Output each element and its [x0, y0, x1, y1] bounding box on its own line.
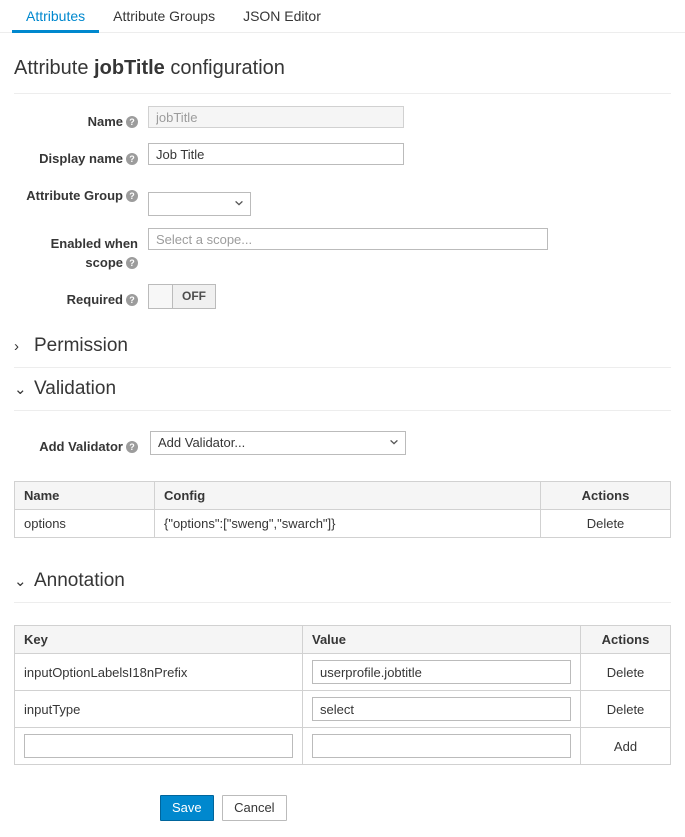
- form-row-add-validator: Add Validator? Add Validator...: [0, 431, 685, 459]
- table-row-new: Add: [14, 727, 671, 765]
- validation-section-header[interactable]: ⌄ Validation: [14, 368, 671, 411]
- add-validator-help-icon[interactable]: ?: [126, 441, 138, 453]
- table-row: inputType Delete: [14, 690, 671, 728]
- required-toggle-state: OFF: [173, 285, 215, 308]
- attribute-form: Name? Display name? Attribute Group?: [0, 94, 685, 313]
- display-name-input[interactable]: [148, 143, 404, 165]
- enabled-when-scope-label-line1: Enabled when: [50, 236, 138, 251]
- validator-config-cell: {"options":["sweng","swarch"]}: [154, 509, 541, 538]
- annotation-value-input[interactable]: [312, 660, 571, 684]
- name-help-icon[interactable]: ?: [126, 116, 138, 128]
- permission-section-header[interactable]: › Permission: [14, 325, 671, 368]
- annotation-delete-button[interactable]: Delete: [580, 653, 671, 691]
- name-label: Name?: [0, 106, 148, 131]
- page-title-prefix: Attribute: [14, 57, 89, 79]
- required-label: Required?: [0, 284, 148, 309]
- tab-attributes[interactable]: Attributes: [12, 8, 100, 33]
- tab-attribute-groups-label: Attribute Groups: [113, 8, 216, 24]
- tab-attributes-label: Attributes: [26, 8, 86, 24]
- page-title-suffix: configuration: [170, 57, 285, 79]
- enabled-when-scope-input[interactable]: [148, 228, 548, 250]
- validator-delete-button[interactable]: Delete: [540, 509, 671, 538]
- annotation-section: ⌄ Annotation: [14, 560, 671, 603]
- attribute-group-label: Attribute Group?: [0, 180, 148, 205]
- attribute-group-select[interactable]: [148, 192, 251, 216]
- enabled-when-scope-help-icon[interactable]: ?: [126, 257, 138, 269]
- validation-section: ⌄ Validation: [14, 368, 671, 411]
- annotations-col-key: Key: [14, 625, 303, 654]
- annotation-new-value-cell: [302, 727, 581, 765]
- table-row: options {"options":["sweng","swarch"]} D…: [14, 509, 671, 538]
- annotation-section-header[interactable]: ⌄ Annotation: [14, 560, 671, 603]
- chevron-right-icon: ›: [14, 337, 19, 355]
- add-validator-select[interactable]: Add Validator...: [150, 431, 406, 455]
- form-actions: Save Cancel: [0, 795, 685, 821]
- annotations-col-value: Value: [302, 625, 581, 654]
- add-validator-label-text: Add Validator: [39, 439, 123, 454]
- tab-bar: Attributes Attribute Groups JSON Editor: [0, 0, 685, 33]
- annotation-add-button[interactable]: Add: [580, 727, 671, 765]
- name-label-text: Name: [87, 114, 123, 129]
- validators-col-actions: Actions: [540, 481, 671, 510]
- annotation-section-title: Annotation: [34, 570, 125, 591]
- chevron-down-icon: ⌄: [14, 572, 27, 590]
- enabled-when-scope-label: Enabled when scope?: [0, 228, 148, 272]
- page-title: Attribute jobTitle configuration: [0, 33, 685, 93]
- chevron-down-icon: [235, 201, 243, 206]
- display-name-label-text: Display name: [39, 151, 123, 166]
- attribute-group-help-icon[interactable]: ?: [126, 190, 138, 202]
- validators-table-wrapper: Name Config Actions options {"options":[…: [0, 481, 685, 538]
- page-title-attribute-name: jobTitle: [94, 57, 165, 79]
- validation-form: Add Validator? Add Validator...: [0, 411, 685, 459]
- form-row-required: Required? OFF: [0, 284, 685, 313]
- annotation-delete-button[interactable]: Delete: [580, 690, 671, 728]
- validator-name-cell: options: [14, 509, 155, 538]
- validators-table-header-row: Name Config Actions: [14, 481, 671, 510]
- tab-attribute-groups[interactable]: Attribute Groups: [99, 9, 229, 32]
- add-validator-selected-value: Add Validator...: [158, 435, 246, 450]
- annotations-table-header-row: Key Value Actions: [14, 625, 671, 654]
- cancel-button[interactable]: Cancel: [222, 795, 287, 821]
- annotation-key-cell: inputType: [14, 690, 303, 728]
- table-row: inputOptionLabelsI18nPrefix Delete: [14, 653, 671, 691]
- form-row-name: Name?: [0, 106, 685, 131]
- required-label-text: Required: [66, 292, 123, 307]
- form-row-enabled-when-scope: Enabled when scope?: [0, 228, 685, 272]
- save-button[interactable]: Save: [160, 795, 214, 821]
- annotations-table: Key Value Actions inputOptionLabelsI18nP…: [14, 625, 671, 765]
- validators-col-config: Config: [154, 481, 541, 510]
- required-toggle[interactable]: OFF: [148, 284, 216, 309]
- attribute-group-label-text: Attribute Group: [26, 188, 123, 203]
- required-toggle-knob: [149, 285, 173, 308]
- annotations-col-actions: Actions: [580, 625, 671, 654]
- annotation-new-value-input[interactable]: [312, 734, 571, 758]
- permission-section-title: Permission: [34, 335, 128, 356]
- annotation-new-key-input[interactable]: [24, 734, 293, 758]
- annotations-table-wrapper: Key Value Actions inputOptionLabelsI18nP…: [0, 625, 685, 765]
- form-row-display-name: Display name?: [0, 143, 685, 168]
- annotation-value-cell: [302, 653, 581, 691]
- required-help-icon[interactable]: ?: [126, 294, 138, 306]
- validation-section-title: Validation: [34, 378, 117, 399]
- validators-col-name: Name: [14, 481, 155, 510]
- enabled-when-scope-label-line2: scope: [85, 255, 123, 270]
- tab-json-editor-label: JSON Editor: [243, 8, 321, 24]
- attribute-configuration-page: Attributes Attribute Groups JSON Editor …: [0, 0, 685, 837]
- display-name-help-icon[interactable]: ?: [126, 153, 138, 165]
- annotation-value-input[interactable]: [312, 697, 571, 721]
- chevron-down-icon: ⌄: [14, 380, 27, 398]
- add-validator-label: Add Validator?: [0, 431, 148, 456]
- annotation-key-cell: inputOptionLabelsI18nPrefix: [14, 653, 303, 691]
- permission-section: › Permission: [14, 325, 671, 368]
- form-row-attribute-group: Attribute Group?: [0, 180, 685, 216]
- tab-json-editor[interactable]: JSON Editor: [229, 9, 335, 32]
- annotation-new-key-cell: [14, 727, 303, 765]
- display-name-label: Display name?: [0, 143, 148, 168]
- name-input: [148, 106, 404, 128]
- validators-table: Name Config Actions options {"options":[…: [14, 481, 671, 538]
- annotation-value-cell: [302, 690, 581, 728]
